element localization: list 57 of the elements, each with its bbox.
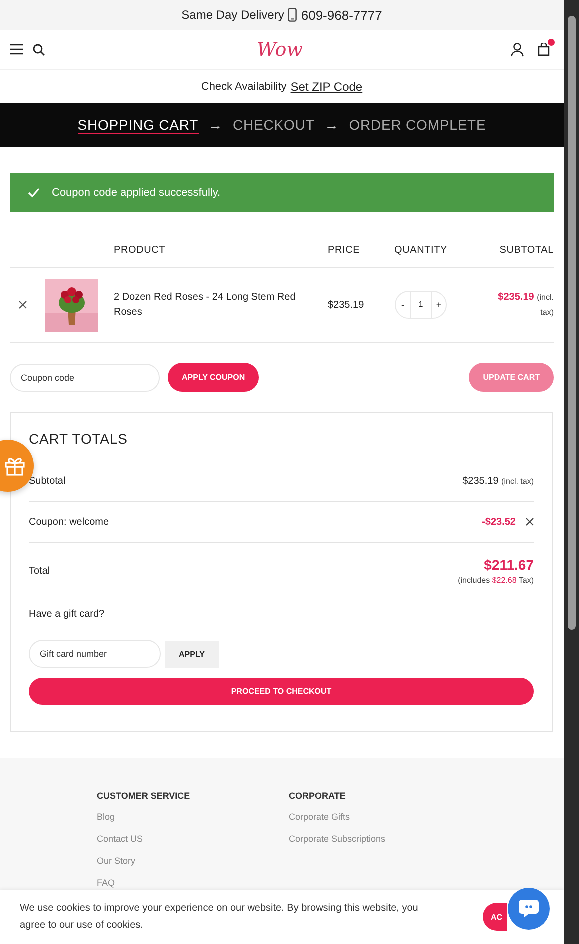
quantity-stepper[interactable]: - 1 +: [395, 291, 447, 319]
phone-number[interactable]: 609-968-7777: [301, 8, 382, 22]
subtotal-label: Subtotal: [29, 476, 66, 486]
gift-card-field[interactable]: Gift card number: [29, 640, 161, 668]
footer-heading: CORPORATE: [289, 791, 347, 801]
apply-gift-card-button[interactable]: APPLY: [165, 640, 219, 668]
quantity-field[interactable]: 1: [410, 292, 432, 318]
checkout-step: CHECKOUT: [233, 117, 315, 133]
column-header: PRODUCT: [113, 244, 167, 258]
availability-label: Check Availability: [201, 80, 287, 92]
increase-button[interactable]: +: [432, 300, 446, 310]
apply-coupon-button[interactable]: APPLY COUPON: [168, 363, 260, 392]
footer-link[interactable]: Blog: [97, 812, 289, 822]
total-label: Total: [29, 566, 50, 576]
gift-card-question: Have a gift card?: [29, 609, 106, 620]
delivery-text: Same Day Delivery: [182, 8, 284, 22]
remove-icon[interactable]: [19, 301, 27, 309]
cookie-text: We use cookies to improve your experience on our website. By browsing this website, you agree to our use of cookies.: [20, 902, 420, 933]
footer-link[interactable]: Corporate Subscriptions: [289, 834, 481, 844]
coupon-code-field[interactable]: Coupon code: [10, 364, 160, 392]
subtotal-value: $235.19 (incl. tax): [462, 476, 534, 486]
column-header: PRICE: [328, 245, 362, 256]
proceed-to-checkout-button[interactable]: PROCEED TO CHECKOUT: [29, 678, 534, 705]
product-price: $235.19: [328, 300, 366, 310]
search-icon[interactable]: [33, 44, 45, 56]
logo[interactable]: Wow: [257, 38, 303, 60]
check-icon: [28, 188, 40, 198]
zip-code-link[interactable]: Set ZIP Code: [290, 80, 363, 94]
arrow-separator: →: [324, 117, 340, 133]
line-subtotal: $235.19 (incl. tax): [497, 291, 554, 319]
footer-link[interactable]: FAQ: [97, 878, 289, 888]
gift-icon: [4, 455, 26, 477]
phone-icon: [288, 8, 298, 22]
menu-icon[interactable]: [10, 44, 23, 55]
arrow-separator: →: [208, 117, 224, 133]
chat-icon: [518, 899, 540, 919]
checkout-step: ORDER COMPLETE: [349, 117, 486, 133]
notice-text: Coupon code applied successfully.: [52, 186, 221, 198]
footer-link[interactable]: Our Story: [97, 856, 289, 866]
checkout-step: SHOPPING CART: [78, 116, 199, 134]
footer-link[interactable]: Corporate Gifts: [289, 812, 481, 822]
scrollbar[interactable]: [564, 0, 579, 944]
tax-note: (includes $22.68 Tax): [458, 576, 534, 585]
remove-icon[interactable]: [526, 518, 534, 526]
footer-link[interactable]: Contact US: [97, 834, 289, 844]
accept-button[interactable]: AC: [483, 903, 507, 931]
cart-totals-title: CART TOTALS: [29, 431, 129, 447]
decrease-button[interactable]: -: [396, 300, 410, 310]
footer-heading: CUSTOMER SERVICE: [97, 791, 192, 801]
coupon-discount: -$23.52: [482, 516, 516, 528]
product-name[interactable]: 2 Dozen Red Roses - 24 Long Stem Red Roses: [106, 290, 328, 320]
column-header: SUBTOTAL: [498, 245, 554, 256]
total-value: $211.67: [484, 557, 534, 573]
column-header: QUANTITY: [394, 245, 448, 256]
shopping-bag-icon[interactable]: [538, 43, 550, 56]
coupon-label: Coupon: welcome: [29, 516, 110, 528]
user-icon[interactable]: [510, 42, 524, 56]
